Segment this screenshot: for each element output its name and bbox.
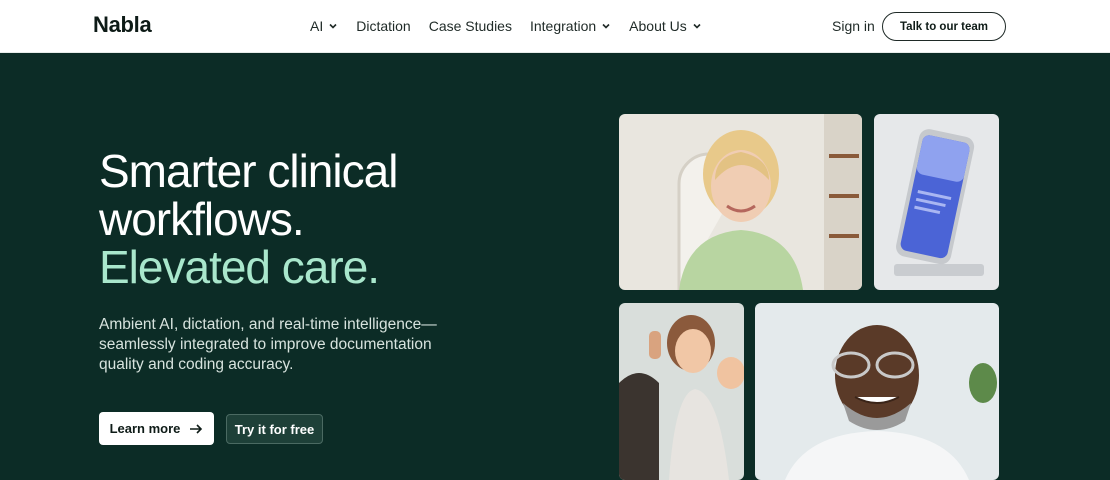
hero-section: Smarter clinical workflows. Elevated car…	[0, 53, 1110, 480]
headline-line: Smarter clinical	[99, 145, 398, 197]
nabla-logo[interactable]: Nabla	[93, 12, 152, 38]
site-header: Nabla AI Dictation Case Studies Integrat…	[0, 0, 1110, 53]
nav-item-label: Case Studies	[428, 18, 512, 34]
main-nav: AI Dictation Case Studies Integration Ab…	[310, 18, 702, 34]
headline-line: workflows.	[99, 193, 305, 245]
sign-in-link[interactable]: Sign in	[832, 18, 875, 34]
try-for-free-button[interactable]: Try it for free	[226, 414, 323, 444]
hero-subtext: Ambient AI, dictation, and real-time int…	[99, 316, 437, 373]
chevron-down-icon	[329, 23, 337, 29]
nav-item-integration[interactable]: Integration	[530, 18, 611, 34]
nav-item-label: Dictation	[356, 18, 411, 34]
arrow-right-icon	[190, 423, 203, 434]
chevron-down-icon	[693, 23, 701, 29]
nav-item-label: Integration	[529, 18, 597, 34]
family-high-five-photo	[619, 303, 744, 480]
nav-item-label: AI	[310, 18, 324, 34]
chevron-down-icon	[602, 23, 610, 29]
talk-to-team-button[interactable]: Talk to our team	[882, 12, 1006, 41]
headline-accent: Elevated care.	[99, 241, 380, 293]
nav-item-case-studies[interactable]: Case Studies	[429, 18, 512, 34]
nav-item-dictation[interactable]: Dictation	[356, 18, 410, 34]
smiling-doctor-photo	[755, 303, 999, 480]
nav-item-label: About Us	[629, 18, 687, 34]
hero-headline: Smarter clinical workflows. Elevated car…	[99, 145, 398, 293]
nav-item-about-us[interactable]: About Us	[629, 18, 702, 34]
nav-item-ai[interactable]: AI	[310, 18, 338, 34]
button-label: Learn more	[109, 421, 181, 436]
phone-on-stand-photo	[874, 114, 999, 290]
learn-more-button[interactable]: Learn more	[99, 412, 214, 445]
smiling-woman-photo	[619, 114, 862, 290]
